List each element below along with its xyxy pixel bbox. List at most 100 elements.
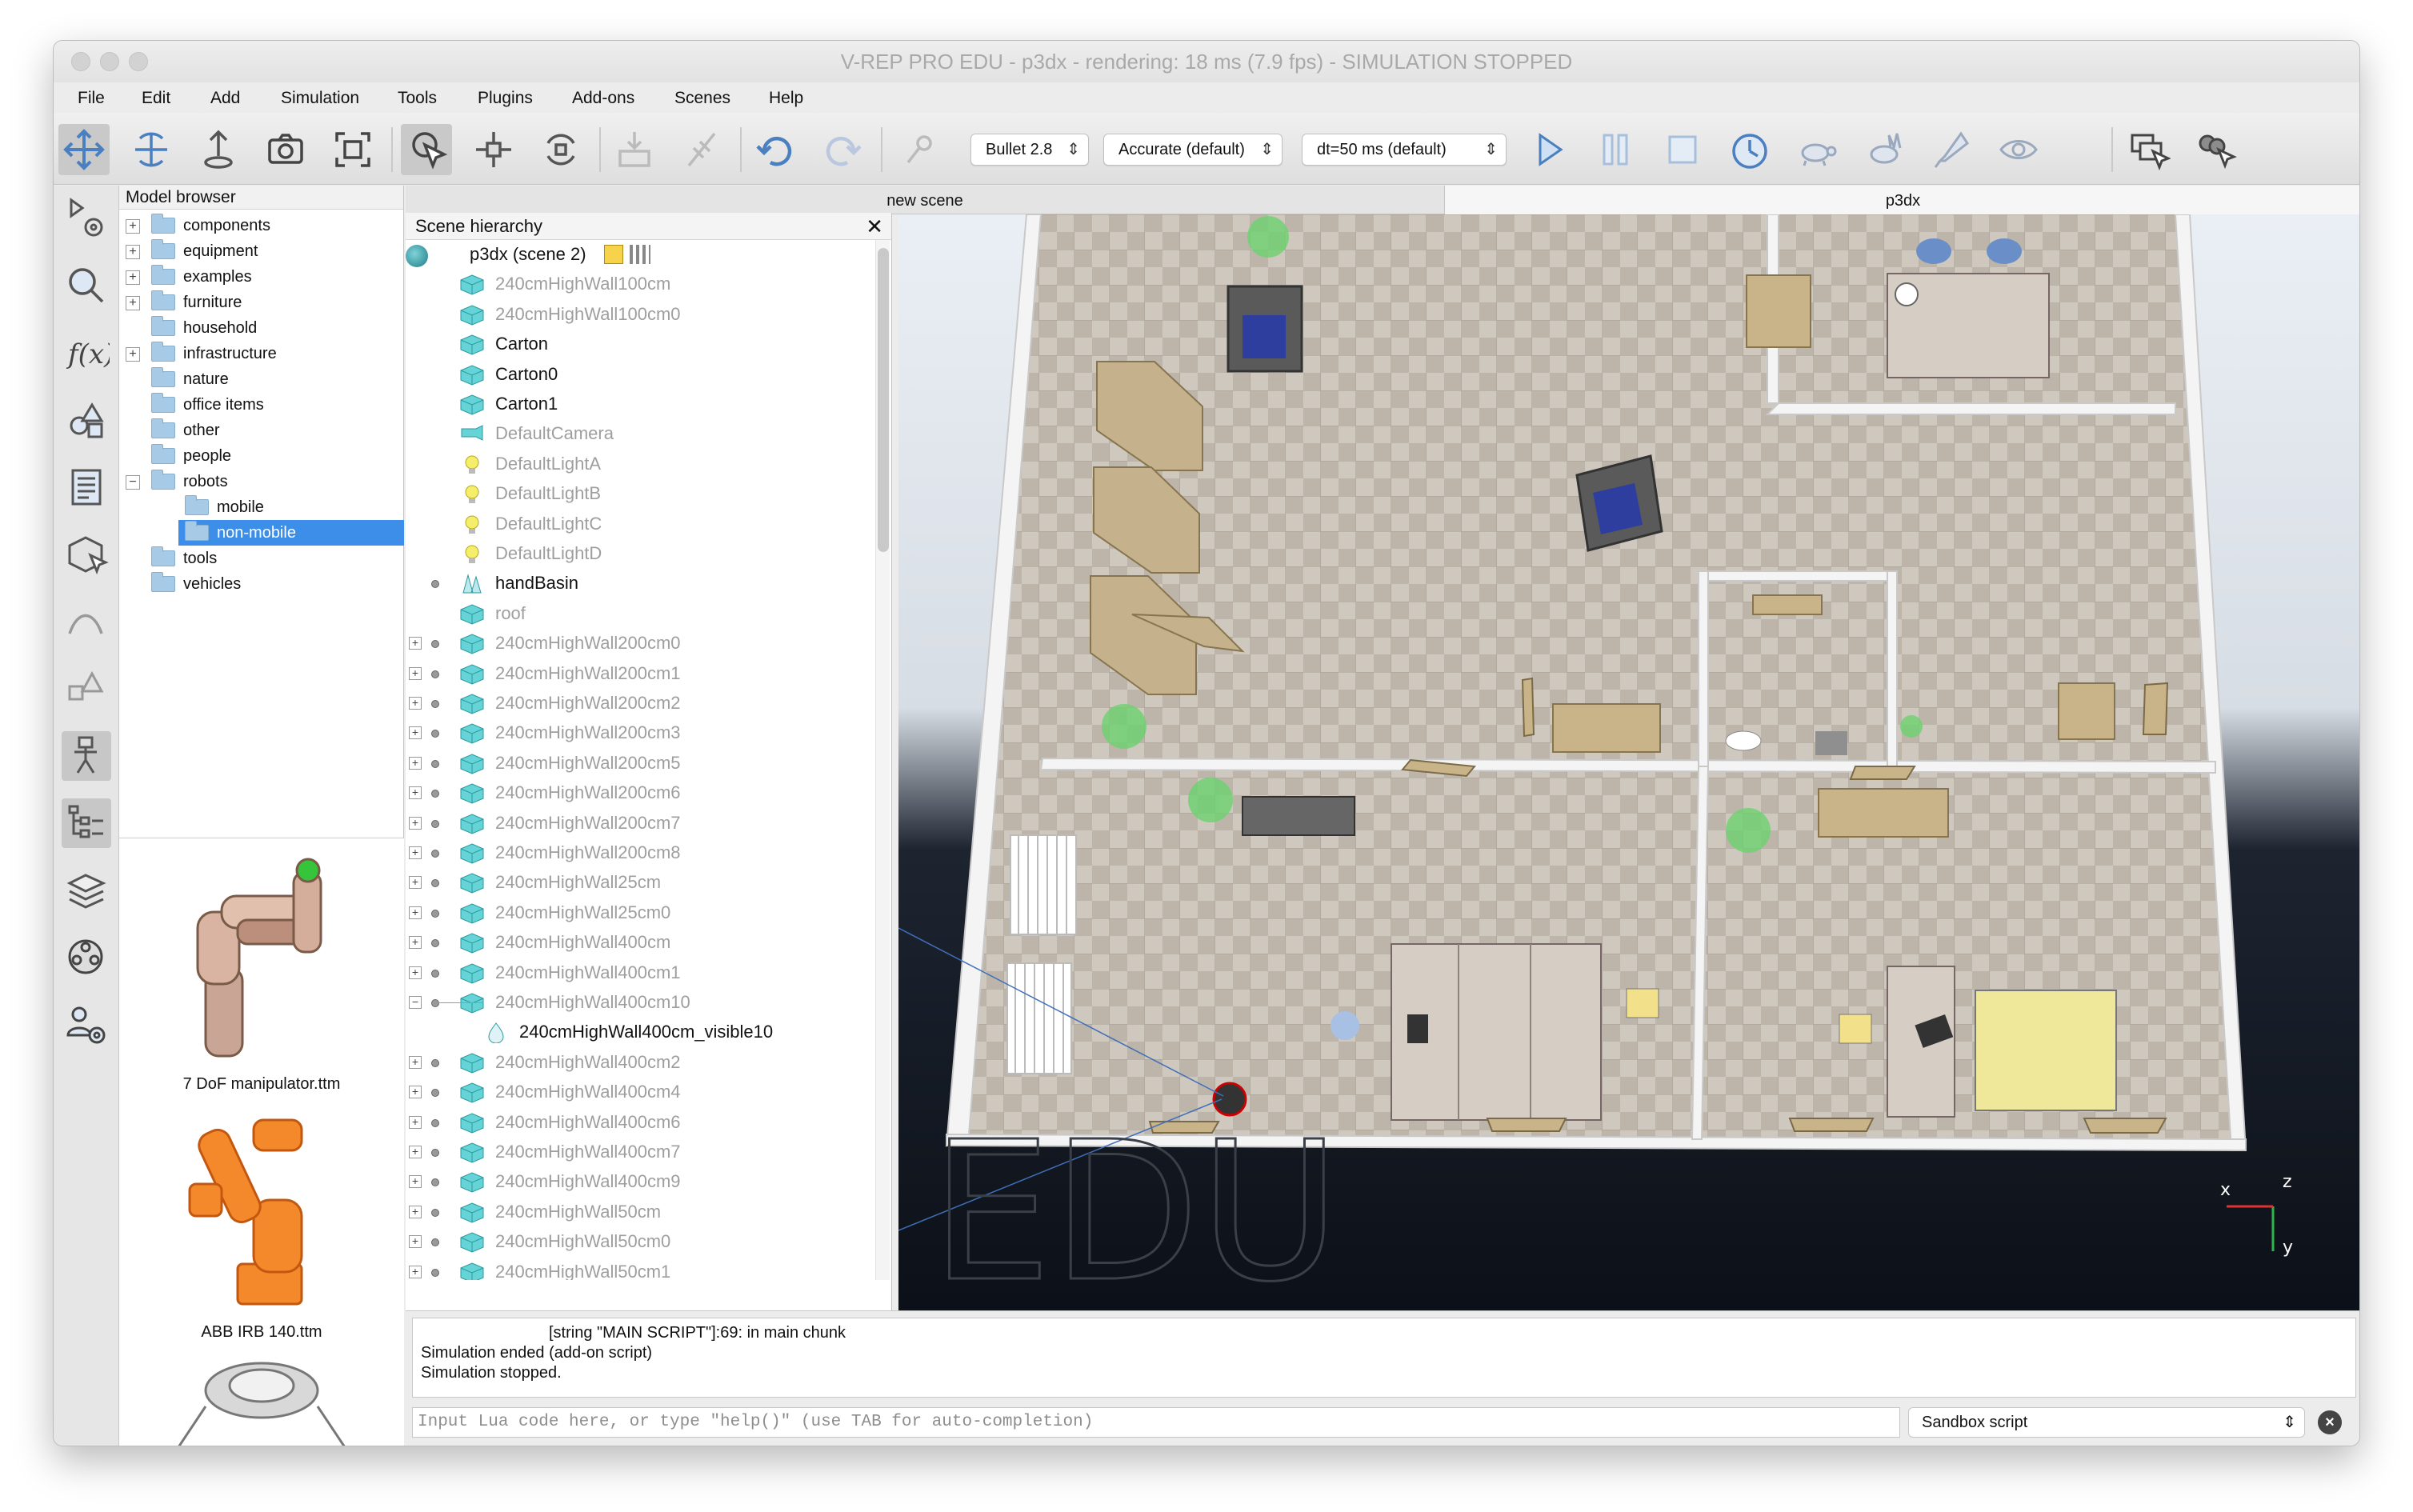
expand-icon[interactable]: + <box>126 270 140 285</box>
menu-tools[interactable]: Tools <box>398 89 437 108</box>
expand-icon[interactable]: + <box>409 816 422 830</box>
expand-icon[interactable]: + <box>409 666 422 680</box>
camera-rotate-button[interactable] <box>126 124 177 175</box>
start-simulation-button[interactable] <box>1523 124 1574 175</box>
hierarchy-item[interactable]: +240cmHighWall200cm2 <box>406 689 878 718</box>
scene-selector-button[interactable] <box>2190 124 2241 175</box>
camera-angle-button[interactable] <box>260 124 311 175</box>
hierarchy-item[interactable]: +240cmHighWall400cm <box>406 928 878 957</box>
speed-up-button[interactable] <box>1859 124 1910 175</box>
model-folder-infrastructure[interactable]: + infrastructure <box>119 341 404 366</box>
expand-icon[interactable]: + <box>409 1086 422 1099</box>
realtime-button[interactable] <box>1724 124 1775 175</box>
expand-icon[interactable]: + <box>409 637 422 650</box>
hierarchy-item[interactable]: +240cmHighWall50cm <box>406 1198 878 1226</box>
expand-icon[interactable]: + <box>409 1235 422 1249</box>
expand-icon[interactable]: + <box>409 876 422 890</box>
lua-command-input[interactable]: Input Lua code here, or type "help()" (u… <box>412 1407 1900 1438</box>
expand-icon[interactable]: + <box>409 966 422 979</box>
accuracy-select[interactable]: Accurate (default) ⇕ <box>1103 134 1283 166</box>
hierarchy-item[interactable]: +240cmHighWall200cm7 <box>406 809 878 838</box>
menu-file[interactable]: File <box>78 89 105 108</box>
expand-icon[interactable]: + <box>409 1265 422 1278</box>
model-folder-furniture[interactable]: + furniture <box>119 290 404 315</box>
simulation-settings-button[interactable] <box>62 194 111 243</box>
model-folder-equipment[interactable]: + equipment <box>119 238 404 264</box>
model-thumbnail-abb[interactable]: ABB IRB 140.ttm <box>119 1104 404 1342</box>
click-select-button[interactable] <box>401 124 452 175</box>
model-thumbnail-delta[interactable] <box>119 1350 404 1446</box>
expand-icon[interactable]: + <box>409 1055 422 1069</box>
undo-button[interactable] <box>750 124 801 175</box>
page-selector-button[interactable] <box>2123 124 2174 175</box>
expand-icon[interactable]: + <box>409 846 422 859</box>
layers-button[interactable] <box>62 866 111 915</box>
hierarchy-item[interactable]: 240cmHighWall400cm_visible10 <box>406 1018 878 1046</box>
model-folder-office-items[interactable]: office items <box>119 392 404 418</box>
hierarchy-item[interactable]: Carton0 <box>406 360 878 389</box>
script-selector[interactable]: Sandbox script ⇕ <box>1908 1407 2305 1438</box>
visualization-toggle-button[interactable] <box>1993 124 2044 175</box>
hierarchy-item[interactable]: +240cmHighWall25cm <box>406 868 878 897</box>
expand-icon[interactable]: + <box>409 936 422 950</box>
hierarchy-item[interactable]: +240cmHighWall200cm0 <box>406 629 878 658</box>
model-folder-mobile[interactable]: mobile <box>119 494 404 520</box>
object-rotate-button[interactable] <box>535 124 586 175</box>
calculation-modules-button[interactable]: f(x) <box>62 328 111 378</box>
hierarchy-item[interactable]: DefaultLightC <box>406 510 878 538</box>
model-folder-vehicles[interactable]: vehicles <box>119 571 404 597</box>
expand-icon[interactable]: + <box>126 219 140 234</box>
object-shift-button[interactable] <box>468 124 519 175</box>
hierarchy-item[interactable]: +240cmHighWall50cm0 <box>406 1227 878 1256</box>
expand-icon[interactable]: + <box>409 756 422 770</box>
menu-help[interactable]: Help <box>769 89 803 108</box>
expand-icon[interactable]: + <box>409 697 422 710</box>
collapse-icon[interactable]: − <box>126 475 140 490</box>
menu-edit[interactable]: Edit <box>142 89 170 108</box>
fit-to-view-button[interactable] <box>327 124 378 175</box>
expand-icon[interactable]: + <box>126 245 140 259</box>
expand-icon[interactable]: + <box>409 786 422 800</box>
expand-icon[interactable]: + <box>126 347 140 362</box>
expand-icon[interactable]: + <box>409 726 422 740</box>
hierarchy-item[interactable]: +240cmHighWall25cm0 <box>406 898 878 927</box>
hierarchy-item[interactable]: +240cmHighWall200cm5 <box>406 749 878 778</box>
menu-addons[interactable]: Add-ons <box>572 89 634 108</box>
hierarchy-item[interactable]: 240cmHighWall100cm <box>406 270 878 298</box>
collections-button[interactable] <box>62 395 111 445</box>
hierarchy-item[interactable]: +240cmHighWall200cm6 <box>406 778 878 807</box>
zoom-window-button[interactable] <box>129 52 148 71</box>
expand-icon[interactable]: + <box>409 1115 422 1129</box>
zoom-button[interactable] <box>62 261 111 310</box>
expand-icon[interactable]: + <box>409 1175 422 1189</box>
path-edit-button[interactable] <box>62 597 111 646</box>
video-recorder-button[interactable] <box>62 933 111 982</box>
scene-hierarchy-button[interactable] <box>62 798 111 848</box>
expand-icon[interactable]: + <box>409 1146 422 1158</box>
stop-simulation-button[interactable] <box>1657 124 1708 175</box>
menu-scenes[interactable]: Scenes <box>674 89 730 108</box>
scripts-button[interactable] <box>62 462 111 512</box>
minimize-window-button[interactable] <box>100 52 119 71</box>
hierarchy-item[interactable]: +240cmHighWall400cm6 <box>406 1108 878 1137</box>
hierarchy-item[interactable]: Carton <box>406 330 878 358</box>
expand-icon[interactable]: + <box>409 906 422 919</box>
model-browser-button[interactable] <box>62 731 111 781</box>
hierarchy-item[interactable]: Carton1 <box>406 390 878 418</box>
hierarchy-item[interactable]: DefaultLightB <box>406 479 878 508</box>
thread-rendering-button[interactable] <box>1926 124 1977 175</box>
tab-new-scene[interactable]: new scene <box>406 186 1444 214</box>
collapse-icon[interactable]: − <box>409 996 422 1009</box>
model-folder-people[interactable]: people <box>119 443 404 469</box>
hierarchy-item[interactable]: +240cmHighWall400cm2 <box>406 1048 878 1077</box>
tab-p3dx[interactable]: p3dx <box>1444 186 2359 214</box>
assemble-button[interactable] <box>609 124 660 175</box>
slow-down-button[interactable] <box>1791 124 1843 175</box>
hierarchy-item[interactable]: +240cmHighWall200cm3 <box>406 718 878 747</box>
close-window-button[interactable] <box>71 52 90 71</box>
scrollbar-thumb[interactable] <box>878 248 889 552</box>
model-folder-non-mobile[interactable]: non-mobile <box>178 520 404 546</box>
close-icon[interactable]: ✕ <box>866 213 883 240</box>
user-settings-button[interactable] <box>62 1000 111 1050</box>
hierarchy-item[interactable]: +240cmHighWall400cm4 <box>406 1078 878 1106</box>
